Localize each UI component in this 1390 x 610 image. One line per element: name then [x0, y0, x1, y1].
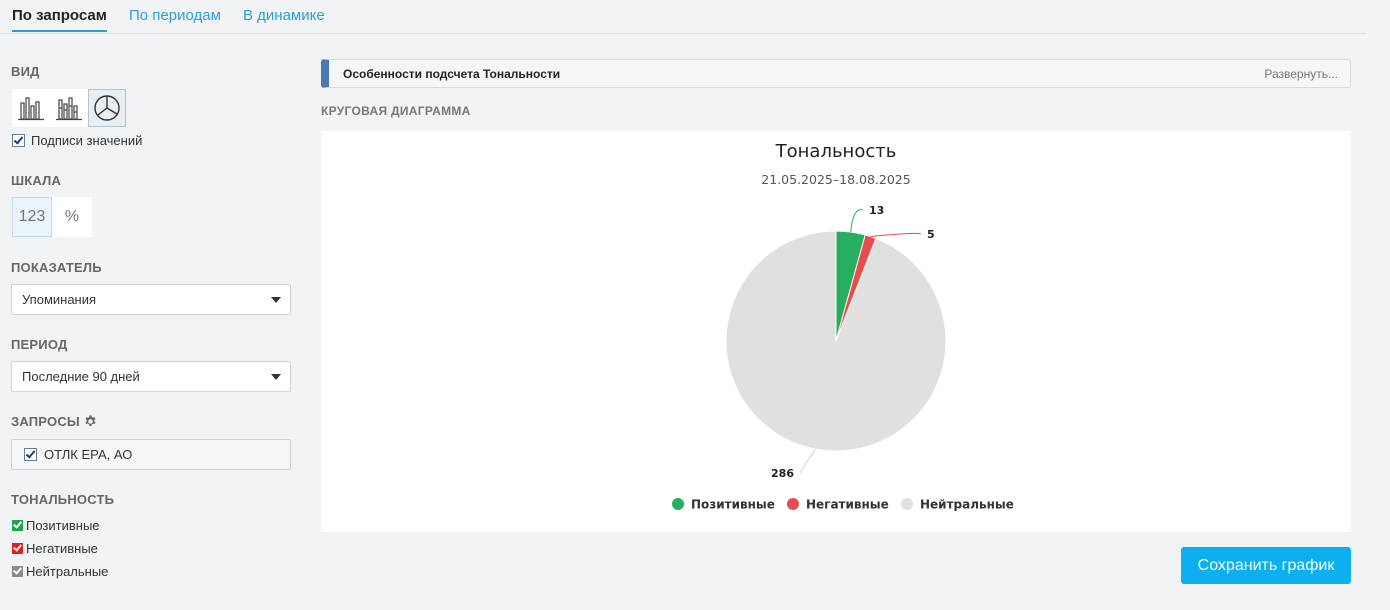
pie-chart-button[interactable]: [88, 89, 126, 127]
notice-expand-link[interactable]: Развернуть...: [1264, 67, 1338, 81]
chevron-down-icon: [271, 374, 281, 380]
period-section-title: ПЕРИОД: [11, 337, 68, 352]
scale-group: 123 %: [12, 197, 92, 237]
percent-scale-button[interactable]: %: [52, 197, 92, 237]
pie-connector-neutral: [799, 448, 817, 474]
chart-title: Тональность: [775, 141, 897, 162]
queries-section-title: ЗАПРОСЫ: [11, 414, 97, 429]
legend-label-positive: Позитивные: [691, 498, 775, 512]
legend-item-neutral[interactable]: Нейтральные: [901, 498, 1014, 512]
tab-by-queries[interactable]: По запросам: [12, 7, 107, 32]
pie-data-label-neutral: 286: [771, 467, 794, 480]
legend-marker-negative: [787, 498, 799, 510]
queries-title-text: ЗАПРОСЫ: [11, 414, 80, 429]
value-labels-label: Подписи значений: [31, 133, 143, 148]
stacked-bar-chart-button[interactable]: [50, 89, 88, 127]
chart-section-label: КРУГОВАЯ ДИАГРАММА: [321, 104, 471, 118]
value-labels-toggle[interactable]: Подписи значений: [12, 133, 142, 148]
neutral-label: Нейтральные: [26, 564, 109, 579]
negative-label: Негативные: [26, 541, 98, 556]
pie-connector-positive: [850, 209, 864, 233]
legend-item-negative[interactable]: Негативные: [787, 498, 889, 512]
pie-chart: Тональность 21.05.2025–18.08.2025 13 5 286…: [672, 141, 1014, 512]
scale-section-title: ШКАЛА: [11, 173, 62, 188]
pie-data-label-negative: 5: [927, 228, 935, 241]
legend-label-neutral: Нейтральные: [920, 498, 1014, 512]
tonality-negative-toggle[interactable]: Негативные: [12, 541, 98, 556]
neutral-checkbox[interactable]: [12, 566, 23, 577]
tab-bar: По запросам По периодам В динамике: [0, 0, 1366, 34]
stacked-bar-chart-icon: [56, 97, 82, 121]
positive-checkbox[interactable]: [12, 520, 23, 531]
legend-item-positive[interactable]: Позитивные: [672, 498, 775, 512]
legend-marker-positive: [672, 498, 684, 510]
bar-chart-icon: [18, 97, 44, 121]
absolute-scale-button[interactable]: 123: [12, 197, 52, 237]
chart-subtitle: 21.05.2025–18.08.2025: [761, 172, 910, 187]
gear-icon[interactable]: [84, 415, 97, 428]
bar-chart-button[interactable]: [12, 89, 50, 127]
legend-label-negative: Негативные: [806, 498, 889, 512]
chart-panel: Тональность 21.05.2025–18.08.2025 13 5 286…: [321, 131, 1351, 532]
query-label: ОТЛК ЕРА, АО: [44, 447, 133, 462]
tonality-positive-toggle[interactable]: Позитивные: [12, 518, 100, 533]
tonality-notice: Особенности подсчета Тональности Разверн…: [321, 59, 1351, 88]
metric-select[interactable]: Упоминания: [11, 284, 291, 315]
query-list-item[interactable]: ОТЛК ЕРА, АО: [11, 439, 291, 470]
tab-dynamics[interactable]: В динамике: [243, 7, 325, 24]
tonality-section-title: ТОНАЛЬНОСТЬ: [11, 492, 115, 507]
pie-data-label-positive: 13: [869, 204, 884, 217]
negative-checkbox[interactable]: [12, 543, 23, 554]
view-section-title: ВИД: [11, 64, 40, 79]
legend-marker-neutral: [901, 498, 913, 510]
pie-slice-neutral[interactable]: [725, 230, 947, 452]
period-select[interactable]: Последние 90 дней: [11, 361, 291, 392]
period-selected-value: Последние 90 дней: [22, 369, 140, 384]
metric-section-title: ПОКАЗАТЕЛЬ: [11, 260, 102, 275]
save-chart-button[interactable]: Сохранить график: [1181, 547, 1351, 584]
notice-title: Особенности подсчета Тональности: [343, 66, 561, 81]
view-type-group: [12, 89, 126, 127]
metric-selected-value: Упоминания: [22, 292, 97, 307]
tab-by-periods[interactable]: По периодам: [129, 7, 221, 24]
tonality-neutral-toggle[interactable]: Нейтральные: [12, 564, 108, 579]
query-checkbox[interactable]: [24, 448, 37, 461]
positive-label: Позитивные: [26, 518, 100, 533]
value-labels-checkbox[interactable]: [12, 134, 25, 147]
pie-chart-icon: [94, 95, 120, 121]
chevron-down-icon: [271, 297, 281, 303]
pie-connector-negative: [870, 232, 922, 238]
